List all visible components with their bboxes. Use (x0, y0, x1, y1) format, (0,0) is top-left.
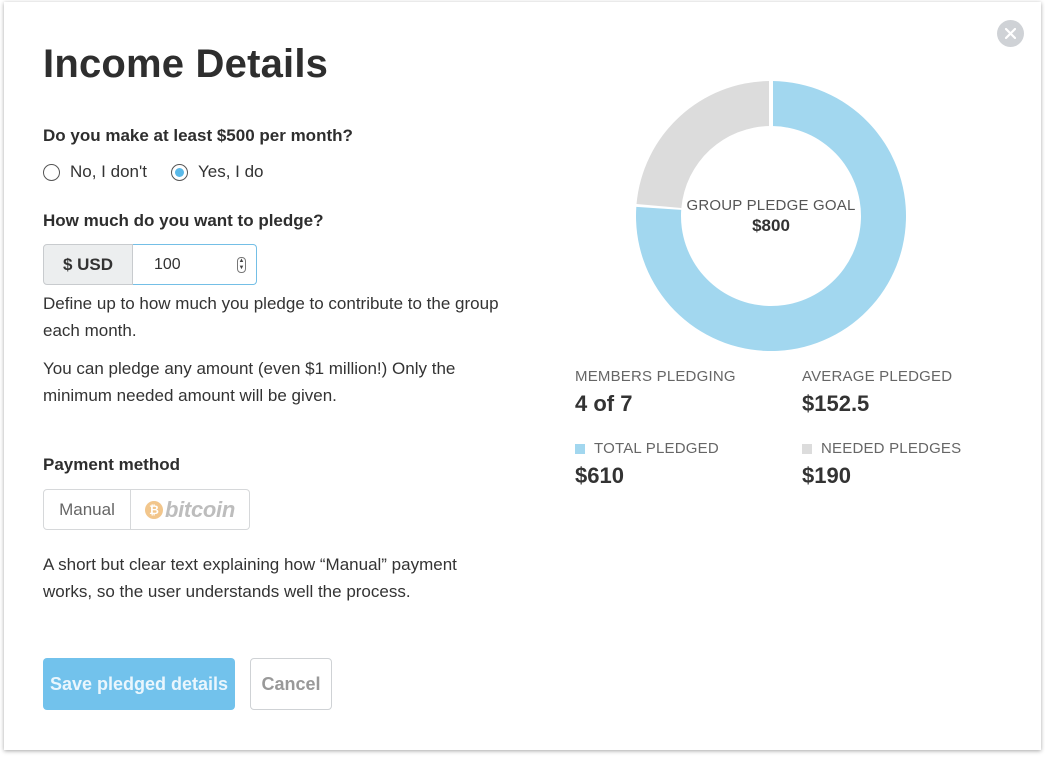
stat-average: AVERAGE PLEDGED $152.5 (802, 368, 952, 417)
stat-average-value: $152.5 (802, 391, 870, 416)
close-button[interactable] (997, 20, 1024, 47)
close-icon (1005, 28, 1016, 39)
legend-swatch-needed (802, 443, 812, 454)
cancel-button[interactable]: Cancel (250, 658, 332, 710)
bitcoin-wordmark: bitcoin (164, 496, 235, 522)
donut-slice-needed-pledges (636, 81, 771, 208)
stat-needed: NEEDED PLEDGES $190 (802, 440, 961, 489)
pledge-note-text: You can pledge any amount (even $1 milli… (43, 359, 456, 405)
income-question-label: Do you make at least $500 per month? (43, 126, 353, 145)
stat-total-label: TOTAL PLEDGED (594, 440, 719, 457)
stat-needed-label-row: NEEDED PLEDGES (802, 440, 961, 457)
page-title: Income Details (43, 42, 329, 86)
radio-option-no[interactable]: No, I don't (43, 162, 147, 182)
radio-selected-dot (174, 167, 184, 177)
payment-option-bitcoin[interactable]: ₿ bitcoin (131, 489, 250, 530)
stat-total: TOTAL PLEDGED $610 (575, 440, 719, 489)
radio-no-circle[interactable] (43, 163, 60, 181)
pledge-help-text: Define up to how much you pledge to cont… (43, 294, 499, 340)
stat-members-label: MEMBERS PLEDGING (575, 368, 736, 385)
bitcoin-icon: ₿ (144, 500, 163, 519)
currency-addon: $ USD (43, 244, 133, 285)
stat-members-value: 4 of 7 (575, 391, 633, 416)
legend-swatch-pledged (575, 443, 585, 454)
pledge-amount-group: $ USD 100 ▲ ▼ (43, 244, 257, 285)
number-stepper-icon[interactable]: ▲ ▼ (237, 256, 246, 273)
radio-yes-circle[interactable] (170, 163, 188, 181)
payment-method-selector: Manual ₿ bitcoin (43, 489, 250, 530)
pledge-donut-chart (636, 81, 906, 351)
payment-method-label: Payment method (43, 455, 180, 474)
pledge-amount-input[interactable]: 100 ▲ ▼ (133, 244, 257, 285)
stat-total-value: $610 (575, 463, 624, 488)
payment-description: A short but clear text explaining how “M… (43, 555, 457, 601)
income-radio-group: No, I don't Yes, I do (43, 162, 264, 182)
stat-needed-label: NEEDED PLEDGES (821, 440, 962, 457)
radio-no-label: No, I don't (70, 162, 147, 181)
radio-option-yes[interactable]: Yes, I do (170, 162, 264, 182)
stat-average-label: AVERAGE PLEDGED (802, 368, 953, 385)
radio-yes-label: Yes, I do (197, 162, 264, 181)
stat-needed-value: $190 (802, 463, 851, 488)
pledge-amount-value: 100 (154, 255, 181, 273)
pledge-question-label: How much do you want to pledge? (43, 211, 324, 230)
stat-total-label-row: TOTAL PLEDGED (575, 440, 719, 457)
income-details-modal: Income Details Do you make at least $500… (4, 2, 1041, 750)
payment-option-manual[interactable]: Manual (43, 489, 131, 530)
stat-members: MEMBERS PLEDGING 4 of 7 (575, 368, 736, 417)
save-button[interactable]: Save pledged details (43, 658, 235, 710)
